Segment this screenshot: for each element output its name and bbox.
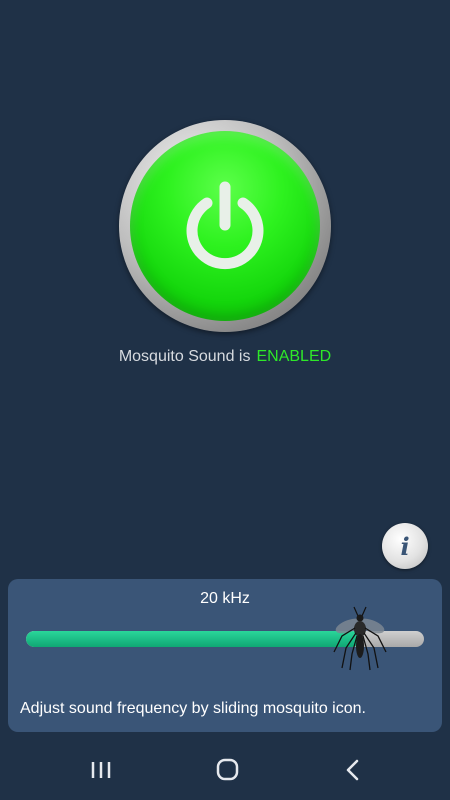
power-icon [186,181,264,270]
back-icon[interactable] [338,756,370,784]
home-icon[interactable] [211,756,243,784]
sound-status: Mosquito Sound is ENABLED [0,348,450,366]
frequency-panel: 20 kHz Adjust sound frequency by sliding… [8,579,442,732]
info-button[interactable]: i [382,523,428,569]
recent-apps-icon[interactable] [85,756,117,784]
mosquito-slider-thumb-icon[interactable] [330,606,390,672]
frequency-slider-fill [26,631,361,647]
system-nav-bar [0,742,450,800]
status-state: ENABLED [256,348,332,365]
info-icon: i [400,531,410,561]
power-toggle-button[interactable] [119,120,331,332]
power-button-face[interactable] [130,131,320,321]
status-prefix: Mosquito Sound is [118,348,251,365]
frequency-hint: Adjust sound frequency by sliding mosqui… [20,700,366,717]
